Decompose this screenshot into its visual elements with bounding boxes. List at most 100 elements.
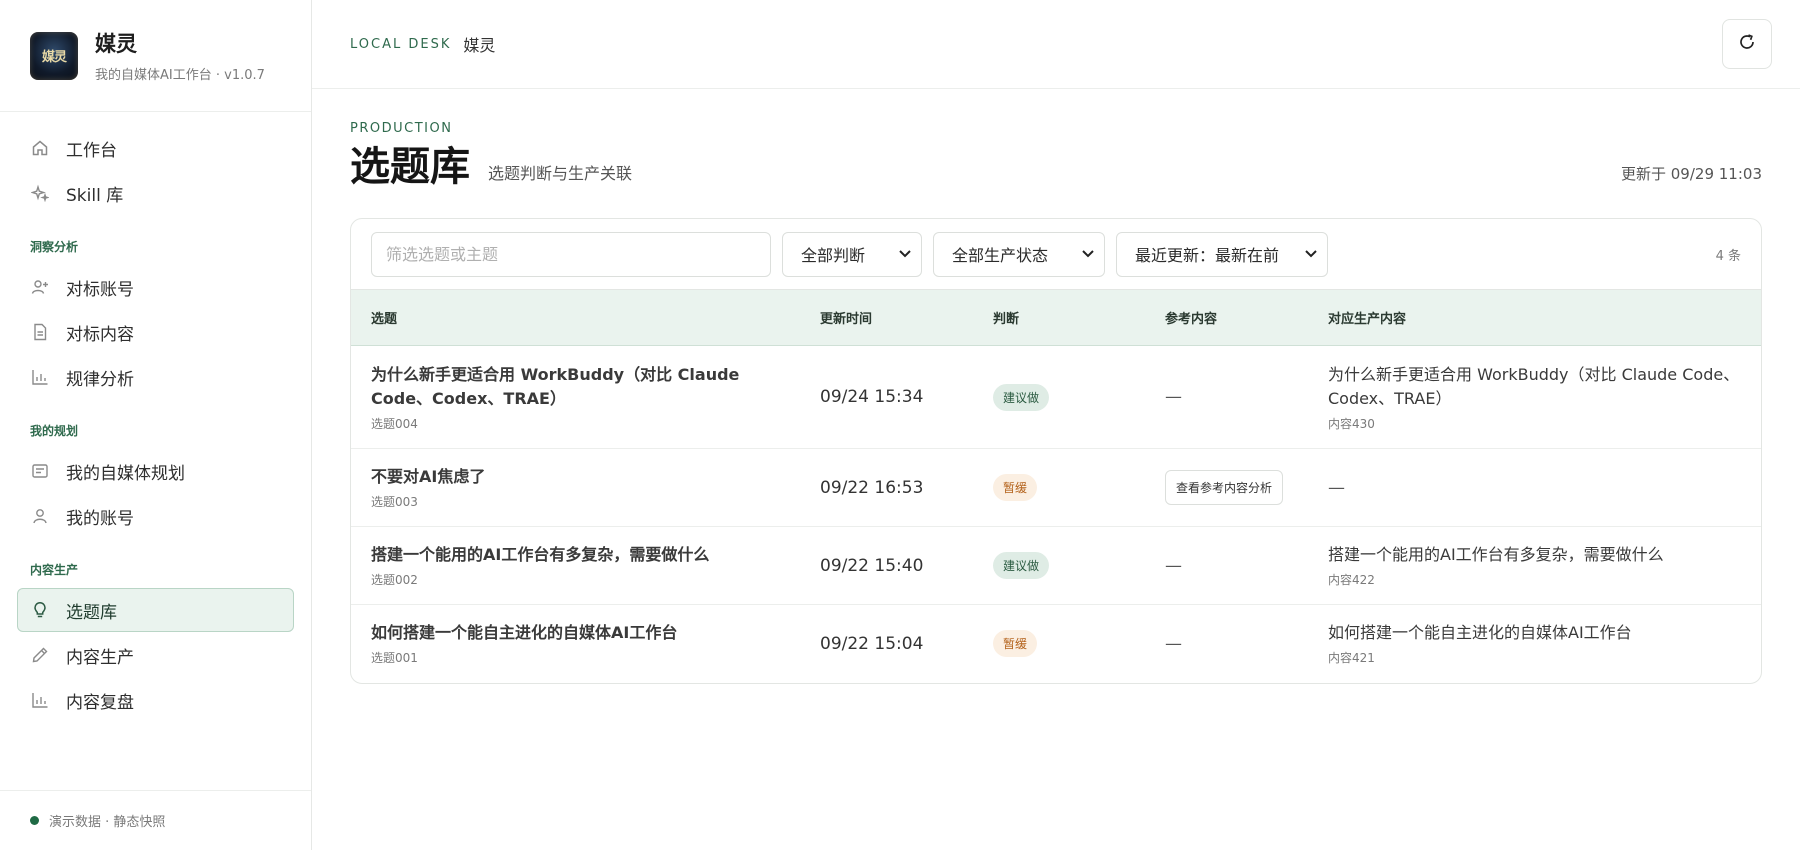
document-icon [31, 323, 49, 341]
nav-label: 内容复盘 [66, 692, 134, 713]
nav-item-benchmark-content[interactable]: 对标内容 [17, 310, 294, 354]
nav-item-pattern-analysis[interactable]: 规律分析 [17, 355, 294, 399]
reference-empty: — [1165, 555, 1182, 576]
col-production[interactable]: 对应生产内容 [1308, 290, 1761, 346]
col-judgement[interactable]: 判断 [973, 290, 1145, 346]
nav-label: 选题库 [66, 602, 117, 623]
user-plus-icon [31, 278, 49, 296]
bar-chart-icon [31, 691, 49, 709]
brand: 媒灵 媒灵 我的自媒体AI工作台 · v1.0.7 [0, 0, 311, 112]
table-row[interactable]: 为什么新手更适合用 WorkBuddy（对比 Claude Code、Codex… [351, 346, 1761, 449]
production-id: 内容430 [1328, 416, 1375, 431]
refresh-button[interactable] [1722, 19, 1772, 69]
topic-panel: 全部判断 全部生产状态 最近更新：最新在前 [350, 218, 1762, 684]
bar-chart-icon [31, 368, 49, 386]
nav-label: Skill 库 [66, 185, 124, 206]
table-row[interactable]: 搭建一个能用的AI工作台有多复杂，需要做什么 选题002 09/22 15:40 … [351, 527, 1761, 605]
judgement-badge: 建议做 [993, 383, 1050, 411]
content: PRODUCTION 选题库 选题判断与生产关联 更新于 09/29 11:03… [312, 89, 1800, 684]
nav-label: 对标账号 [66, 279, 134, 300]
pencil-icon [31, 646, 49, 664]
col-reference[interactable]: 参考内容 [1145, 290, 1308, 346]
topic-time: 09/22 15:04 [820, 633, 924, 654]
topic-title[interactable]: 如何搭建一个能自主进化的自媒体AI工作台 [371, 621, 780, 645]
breadcrumb-cn: 媒灵 [463, 36, 496, 55]
judgement-badge: 暂缓 [993, 474, 1038, 501]
status-text: 演示数据 · 静态快照 [49, 815, 166, 830]
topic-title[interactable]: 搭建一个能用的AI工作台有多复杂，需要做什么 [371, 543, 780, 567]
page-title: 选题库 [350, 144, 470, 190]
nav-section-planning: 我的规划 [30, 424, 79, 438]
section-tag: PRODUCTION [350, 121, 453, 136]
app-logo: 媒灵 [30, 31, 78, 80]
nav-label: 内容生产 [66, 647, 134, 668]
view-reference-button[interactable]: 查看参考内容分析 [1165, 470, 1284, 505]
col-updated[interactable]: 更新时间 [800, 290, 973, 346]
judgement-select[interactable]: 全部判断 [782, 231, 922, 277]
list-icon [31, 462, 49, 480]
topic-time: 09/24 15:34 [820, 387, 924, 407]
production-title[interactable]: 为什么新手更适合用 WorkBuddy（对比 Claude Code、Codex… [1328, 363, 1741, 411]
sidebar: 媒灵 媒灵 我的自媒体AI工作台 · v1.0.7 工作台 Skill 库 洞察… [0, 0, 312, 850]
nav-item-benchmark-accounts[interactable]: 对标账号 [17, 265, 294, 309]
topic-id: 选题001 [371, 651, 418, 666]
table-header: 选题 更新时间 判断 参考内容 对应生产内容 [351, 289, 1761, 346]
topic-id: 选题002 [371, 573, 418, 587]
nav-item-content-production[interactable]: 内容生产 [17, 633, 294, 677]
nav-label: 对标内容 [66, 324, 134, 345]
search-input[interactable] [371, 231, 771, 277]
judgement-badge: 暂缓 [993, 630, 1038, 658]
topic-title[interactable]: 不要对AI焦虑了 [371, 465, 780, 489]
judgement-badge: 建议做 [993, 552, 1050, 579]
nav-item-my-account[interactable]: 我的账号 [17, 494, 294, 538]
nav-label: 规律分析 [66, 369, 134, 390]
updated-time: 更新于 09/29 11:03 [1621, 165, 1762, 183]
production-empty: — [1328, 477, 1345, 498]
topbar: LOCAL DESK 媒灵 [312, 0, 1800, 89]
nav-label: 我的自媒体规划 [66, 463, 185, 484]
reference-empty: — [1165, 387, 1182, 407]
topic-table: 选题 更新时间 判断 参考内容 对应生产内容 为什么新手更适合用 WorkBud… [351, 289, 1761, 683]
nav-item-skill[interactable]: Skill 库 [17, 171, 294, 215]
breadcrumb: LOCAL DESK 媒灵 [350, 32, 495, 56]
filter-bar: 全部判断 全部生产状态 最近更新：最新在前 [351, 219, 1761, 289]
topic-time: 09/22 15:40 [820, 555, 924, 576]
result-count: 4 条 [1715, 248, 1741, 264]
topic-title[interactable]: 为什么新手更适合用 WorkBuddy（对比 Claude Code、Codex… [371, 363, 780, 411]
nav-section-insight: 洞察分析 [30, 240, 79, 254]
production-id: 内容422 [1328, 573, 1375, 587]
lightbulb-icon [31, 601, 49, 619]
production-id: 内容421 [1328, 651, 1375, 666]
chevron-down-icon [1082, 247, 1094, 261]
user-icon [31, 507, 49, 525]
judgement-select-value: 全部判断 [801, 246, 866, 265]
chevron-down-icon [1305, 247, 1317, 261]
nav: 工作台 Skill 库 洞察分析 对标账号 对标内容 规律分析 我的规划 我的自… [0, 112, 311, 790]
topic-id: 选题004 [371, 416, 418, 431]
data-status: 演示数据 · 静态快照 [0, 790, 311, 850]
col-topic[interactable]: 选题 [351, 290, 800, 346]
nav-label: 我的账号 [66, 508, 134, 529]
production-title[interactable]: 搭建一个能用的AI工作台有多复杂，需要做什么 [1328, 543, 1741, 567]
nav-section-production: 内容生产 [30, 563, 79, 577]
nav-item-workbench[interactable]: 工作台 [17, 126, 294, 170]
nav-item-topic-library[interactable]: 选题库 [17, 588, 294, 632]
topic-id: 选题003 [371, 495, 418, 509]
sort-select-value: 最近更新：最新在前 [1135, 246, 1280, 265]
page-subtitle: 选题判断与生产关联 [488, 164, 633, 183]
home-icon [31, 139, 49, 157]
nav-item-media-plan[interactable]: 我的自媒体规划 [17, 449, 294, 493]
table-row[interactable]: 如何搭建一个能自主进化的自媒体AI工作台选题001 09/22 15:04 暂缓… [351, 605, 1761, 683]
status-dot [30, 816, 39, 825]
status-select[interactable]: 全部生产状态 [933, 231, 1105, 277]
topic-time: 09/22 16:53 [820, 477, 924, 498]
table-row[interactable]: 不要对AI焦虑了选题003 09/22 16:53 暂缓 查看参考内容分析 — [351, 449, 1761, 527]
production-title[interactable]: 如何搭建一个能自主进化的自媒体AI工作台 [1328, 621, 1741, 645]
sparkle-icon [31, 184, 49, 202]
breadcrumb-en: LOCAL DESK [350, 36, 452, 52]
sort-select[interactable]: 最近更新：最新在前 [1116, 231, 1328, 277]
nav-item-content-review[interactable]: 内容复盘 [17, 678, 294, 722]
main: LOCAL DESK 媒灵 PRODUCTION 选题库 选题判断与生产关联 更… [312, 0, 1800, 850]
status-select-value: 全部生产状态 [952, 246, 1049, 265]
refresh-icon [1737, 32, 1757, 56]
